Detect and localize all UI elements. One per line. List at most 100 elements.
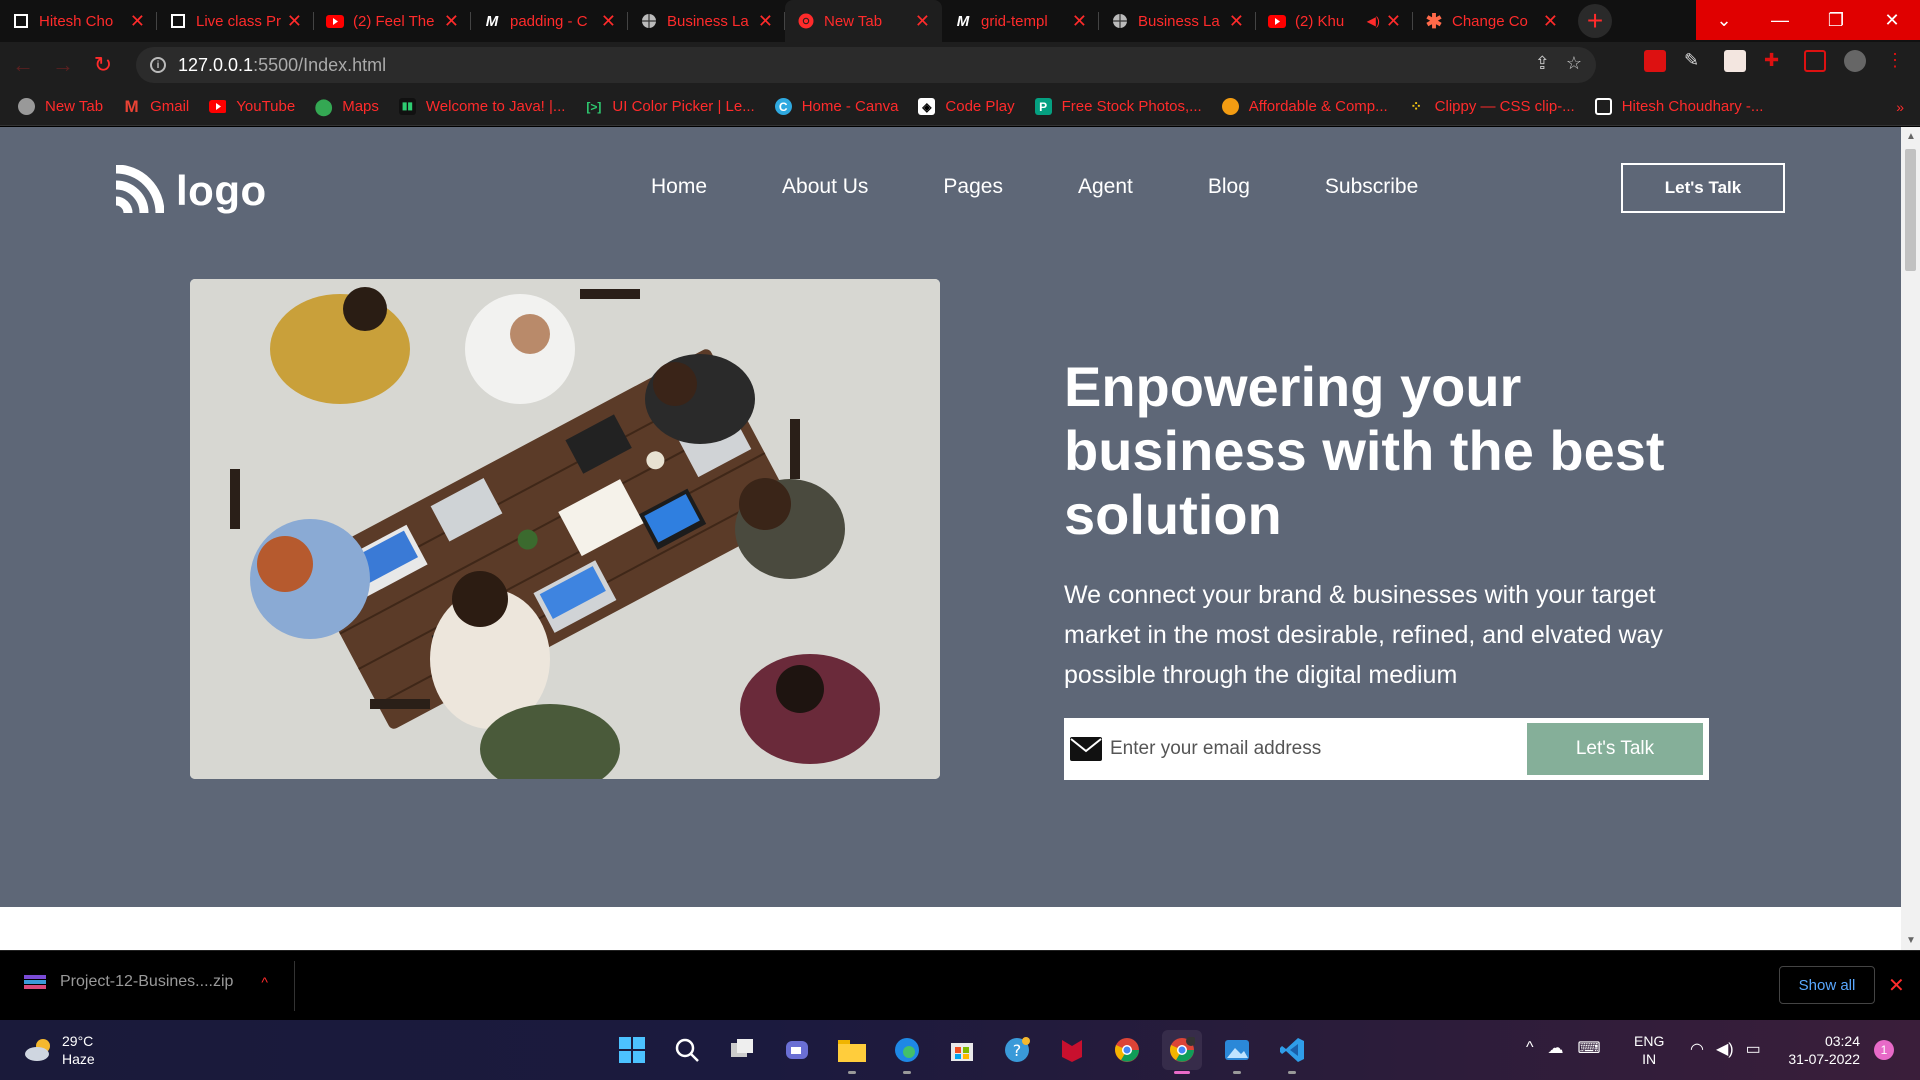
vscode-icon[interactable] bbox=[1272, 1030, 1312, 1074]
show-all-downloads-button[interactable]: Show all bbox=[1779, 966, 1875, 1004]
site-info-icon[interactable]: i bbox=[150, 57, 166, 73]
browser-tab-active[interactable]: New Tab ✕ bbox=[785, 0, 942, 42]
browser-tab[interactable]: Hitesh Cho ✕ bbox=[0, 0, 157, 42]
bookmark-item[interactable]: M Gmail bbox=[123, 97, 190, 116]
browser-tab[interactable]: Business La ✕ bbox=[628, 0, 785, 42]
teams-chat-icon[interactable] bbox=[777, 1030, 817, 1070]
nav-about-us[interactable]: About Us bbox=[782, 175, 868, 199]
globe-icon bbox=[1111, 12, 1129, 30]
close-tab-icon[interactable]: ✕ bbox=[444, 12, 459, 30]
close-tab-icon[interactable]: ✕ bbox=[1543, 12, 1558, 30]
speaker-icon[interactable]: ◀) bbox=[1367, 14, 1380, 28]
chrome-icon[interactable] bbox=[1107, 1030, 1147, 1070]
bookmark-item[interactable]: YouTube bbox=[209, 98, 295, 115]
browser-tab[interactable]: M grid-templ ✕ bbox=[942, 0, 1099, 42]
browser-tab[interactable]: (2) Khu ◀) ✕ bbox=[1256, 0, 1413, 42]
codepen-icon: ◈ bbox=[918, 98, 936, 115]
onedrive-cloud-icon[interactable]: ☁ bbox=[1548, 1038, 1564, 1058]
menu-kebab-icon[interactable]: ⋮ bbox=[1884, 50, 1906, 72]
nav-subscribe[interactable]: Subscribe bbox=[1325, 175, 1418, 199]
address-bar[interactable]: i 127.0.0.1:5500/Index.html ⇪ ☆ bbox=[136, 47, 1596, 83]
bookmark-item[interactable]: ◈ Code Play bbox=[918, 98, 1015, 115]
bookmark-item[interactable]: Affordable & Comp... bbox=[1221, 98, 1388, 115]
bookmark-item[interactable]: ⁘ Clippy — CSS clip-... bbox=[1408, 98, 1574, 115]
download-item[interactable]: Project-12-Busines....zip ^ bbox=[24, 973, 268, 991]
lets-talk-button[interactable]: Let's Talk bbox=[1621, 163, 1785, 213]
search-icon[interactable] bbox=[667, 1030, 707, 1070]
scroll-thumb[interactable] bbox=[1905, 149, 1916, 271]
close-tab-icon[interactable]: ✕ bbox=[601, 12, 616, 30]
extension-icon[interactable] bbox=[1724, 50, 1746, 72]
restore-button[interactable]: ❐ bbox=[1808, 0, 1864, 40]
nav-pages[interactable]: Pages bbox=[943, 175, 1003, 199]
page-scrollbar[interactable]: ▲ ▼ bbox=[1901, 127, 1920, 950]
browser-tab[interactable]: ✱ Change Co ✕ bbox=[1413, 0, 1570, 42]
language-indicator[interactable]: ENG IN bbox=[1634, 1032, 1664, 1068]
bookmark-item[interactable]: C Home - Canva bbox=[774, 98, 898, 115]
keyboard-icon[interactable]: ⌨ bbox=[1578, 1038, 1601, 1058]
close-tab-icon[interactable]: ✕ bbox=[758, 12, 773, 30]
close-tab-icon[interactable]: ✕ bbox=[1386, 12, 1401, 30]
scroll-up-icon[interactable]: ▲ bbox=[1906, 131, 1916, 142]
tab-title: Change Co bbox=[1452, 12, 1528, 30]
mcafee-icon[interactable] bbox=[1052, 1030, 1092, 1070]
task-view-icon[interactable] bbox=[722, 1030, 762, 1070]
browser-tab[interactable]: (2) Feel The ✕ bbox=[314, 0, 471, 42]
browser-tab[interactable]: Business La ✕ bbox=[1099, 0, 1256, 42]
scroll-down-icon[interactable]: ▼ bbox=[1906, 935, 1916, 946]
tab-title: Business La bbox=[667, 12, 749, 30]
photos-icon[interactable] bbox=[1217, 1030, 1257, 1074]
extension-icon[interactable] bbox=[1644, 50, 1666, 72]
close-window-button[interactable]: ✕ bbox=[1864, 0, 1920, 40]
hero-headline: Enpowering your business with the best s… bbox=[1064, 355, 1665, 546]
close-shelf-icon[interactable]: ✕ bbox=[1888, 973, 1905, 998]
minimize-button[interactable]: — bbox=[1752, 0, 1808, 40]
bookmarks-overflow-icon[interactable]: » bbox=[1896, 99, 1904, 115]
close-tab-icon[interactable]: ✕ bbox=[287, 12, 302, 30]
notification-badge[interactable]: 1 bbox=[1874, 1040, 1894, 1060]
bookmark-item[interactable]: [>] UI Color Picker | Le... bbox=[585, 98, 754, 115]
close-tab-icon[interactable]: ✕ bbox=[915, 12, 930, 30]
email-submit-button[interactable]: Let's Talk bbox=[1527, 723, 1703, 775]
weather-widget[interactable]: 29°C Haze bbox=[24, 1032, 95, 1068]
microsoft-store-icon[interactable] bbox=[942, 1030, 982, 1070]
chevron-up-icon[interactable]: ^ bbox=[1526, 1039, 1534, 1057]
sidepanel-icon[interactable] bbox=[1804, 50, 1826, 72]
quick-settings[interactable]: ◠ ◀) ▭ bbox=[1690, 1039, 1761, 1059]
browser-tab[interactable]: M padding - C ✕ bbox=[471, 0, 628, 42]
new-tab-button[interactable]: + bbox=[1578, 4, 1612, 38]
chrome-profile-icon[interactable] bbox=[1162, 1030, 1202, 1074]
zip-archive-icon bbox=[24, 975, 46, 989]
close-tab-icon[interactable]: ✕ bbox=[130, 12, 145, 30]
tab-search-icon[interactable]: ⌄ bbox=[1696, 0, 1752, 40]
bookmark-item[interactable]: Hitesh Choudhary -... bbox=[1594, 98, 1763, 115]
file-explorer-icon[interactable] bbox=[832, 1030, 872, 1074]
nav-agent[interactable]: Agent bbox=[1078, 175, 1133, 199]
browser-tab[interactable]: Live class Pr ✕ bbox=[157, 0, 314, 42]
help-icon[interactable]: ? bbox=[997, 1030, 1037, 1070]
bookmark-star-icon[interactable]: ☆ bbox=[1566, 53, 1582, 74]
chevron-up-icon[interactable]: ^ bbox=[261, 974, 268, 990]
nav-blog[interactable]: Blog bbox=[1208, 175, 1250, 199]
edge-browser-icon[interactable] bbox=[887, 1030, 927, 1074]
bookmark-item[interactable]: ⬤ Maps bbox=[315, 98, 379, 116]
email-input[interactable] bbox=[1110, 724, 1527, 774]
pen-tool-icon[interactable]: ✎ bbox=[1684, 50, 1706, 72]
hero-image bbox=[190, 279, 940, 779]
reload-button[interactable]: ↻ bbox=[86, 48, 120, 82]
puzzle-icon[interactable]: ✚ bbox=[1764, 50, 1786, 72]
close-tab-icon[interactable]: ✕ bbox=[1072, 12, 1087, 30]
bookmark-item[interactable]: P Free Stock Photos,... bbox=[1034, 98, 1202, 115]
site-logo[interactable]: logo bbox=[112, 165, 267, 217]
share-icon[interactable]: ⇪ bbox=[1535, 53, 1550, 74]
back-button[interactable]: ← bbox=[6, 48, 40, 82]
nav-home[interactable]: Home bbox=[651, 175, 707, 199]
clock[interactable]: 03:24 31-07-2022 bbox=[1782, 1032, 1860, 1068]
windows-start-icon[interactable] bbox=[612, 1030, 652, 1070]
avatar[interactable] bbox=[1844, 50, 1866, 72]
bookmark-item[interactable]: New Tab bbox=[18, 98, 103, 115]
bookmark-item[interactable]: ▮▮ Welcome to Java! |... bbox=[398, 98, 565, 115]
bookmark-label: Code Play bbox=[945, 98, 1015, 115]
forward-button[interactable]: → bbox=[46, 48, 80, 82]
close-tab-icon[interactable]: ✕ bbox=[1229, 12, 1244, 30]
